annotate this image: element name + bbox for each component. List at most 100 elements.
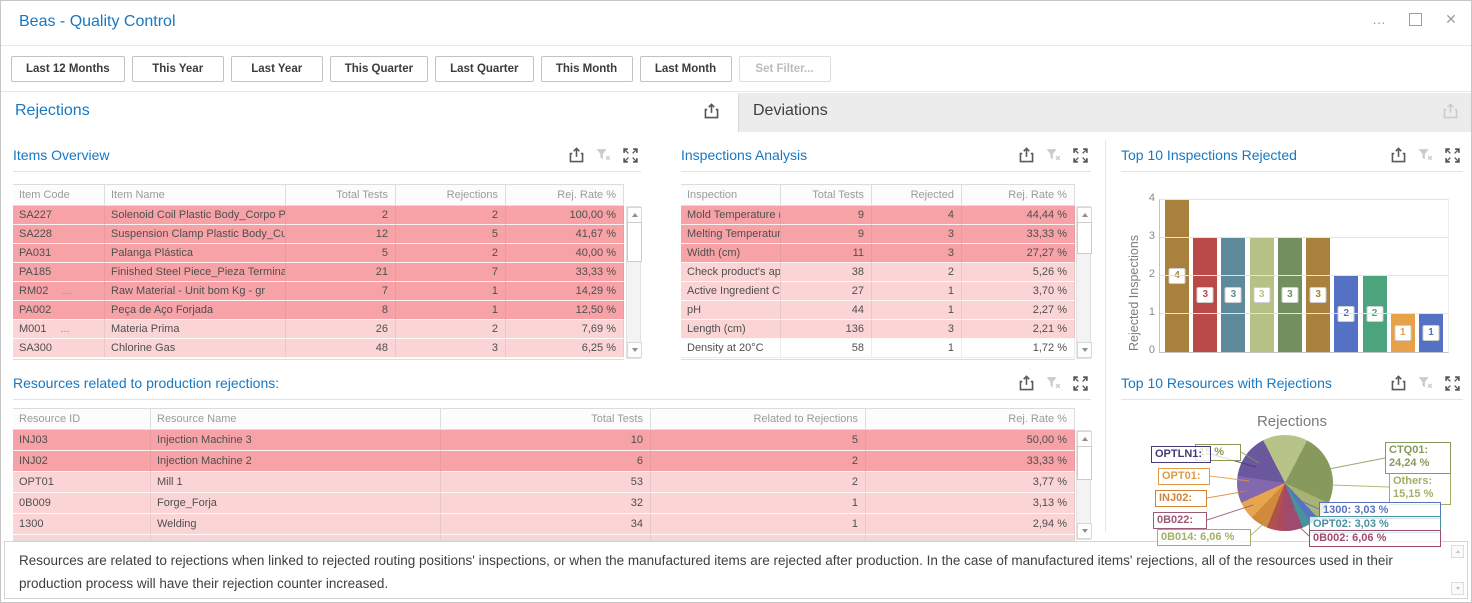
- scroll-down-button[interactable]: [627, 342, 642, 358]
- table-row[interactable]: INJ02Injection Machine 26233,33 %: [13, 451, 1075, 472]
- scroll-up-button[interactable]: [1451, 545, 1464, 558]
- expand-icon[interactable]: [1072, 375, 1089, 392]
- filter-button[interactable]: This Year: [132, 56, 224, 82]
- table-row[interactable]: M001...Materia Prima2627,69 %: [13, 320, 624, 339]
- clear-filter-icon[interactable]: [1045, 147, 1062, 164]
- export-icon[interactable]: [568, 147, 585, 164]
- filter-button[interactable]: Last Month: [640, 56, 732, 82]
- table-row[interactable]: 1300Welding3412,94 %: [13, 514, 1075, 535]
- column-header[interactable]: Rej. Rate %: [962, 185, 1075, 205]
- column-header[interactable]: Item Code: [13, 185, 105, 205]
- table-row[interactable]: PA031Palanga Plástica5240,00 %: [13, 244, 624, 263]
- vertical-scrollbar[interactable]: [1076, 206, 1091, 359]
- more-options-button[interactable]: …: [1369, 9, 1389, 29]
- table-row[interactable]: Check product's appea...3825,26 %: [681, 263, 1075, 282]
- clear-filter-icon[interactable]: [1417, 375, 1434, 392]
- table-row[interactable]: Density at 20°C5811,72 %: [681, 339, 1075, 358]
- table-row[interactable]: OPT01Mill 15323,77 %: [13, 472, 1075, 493]
- column-header[interactable]: Resource Name: [151, 409, 441, 429]
- table-row[interactable]: SA228Suspension Clamp Plastic Body_Cue..…: [13, 225, 624, 244]
- table-cell: 53: [441, 472, 651, 493]
- column-header[interactable]: Item Name: [105, 185, 286, 205]
- expand-icon[interactable]: [622, 147, 639, 164]
- window-title: Beas - Quality Control: [19, 13, 176, 31]
- export-icon[interactable]: [1442, 103, 1459, 120]
- column-header[interactable]: Inspection: [681, 185, 781, 205]
- filter-button[interactable]: Last Quarter: [435, 56, 533, 82]
- column-header[interactable]: Rejected: [872, 185, 962, 205]
- filter-button[interactable]: Last Year: [231, 56, 323, 82]
- clear-filter-icon[interactable]: [1417, 147, 1434, 164]
- filter-button[interactable]: This Month: [541, 56, 633, 82]
- table-row[interactable]: Length (cm)13632,21 %: [681, 320, 1075, 339]
- bar[interactable]: 1: [1419, 314, 1443, 352]
- table-row[interactable]: RM02...Raw Material - Unit bom Kg - gr71…: [13, 282, 624, 301]
- tab-deviations[interactable]: Deviations: [738, 93, 1471, 133]
- bar[interactable]: 3: [1278, 238, 1302, 352]
- filter-button[interactable]: Last 12 Months: [11, 56, 125, 82]
- clear-filter-icon[interactable]: [1045, 375, 1062, 392]
- scroll-down-button[interactable]: [1451, 582, 1464, 595]
- expand-icon[interactable]: [1072, 147, 1089, 164]
- column-header[interactable]: Rejections: [396, 185, 506, 205]
- bar[interactable]: 3: [1221, 238, 1245, 352]
- maximize-button[interactable]: [1405, 9, 1425, 29]
- expand-icon[interactable]: [1444, 147, 1461, 164]
- down-arrow-icon: [1456, 587, 1460, 590]
- bar[interactable]: 3: [1306, 238, 1330, 352]
- vertical-scrollbar[interactable]: [1076, 430, 1091, 540]
- scroll-up-button[interactable]: [1077, 431, 1092, 447]
- table-row[interactable]: SA300Chlorine Gas4836,25 %: [13, 339, 624, 358]
- bar-value-label: 2: [1338, 306, 1355, 322]
- export-icon[interactable]: [703, 103, 720, 120]
- footer-note: Resources are related to rejections when…: [4, 541, 1468, 599]
- panel-top10-resources: Top 10 Resources with Rejections Rejecti…: [1121, 369, 1463, 539]
- column-header[interactable]: Related to Rejections: [651, 409, 866, 429]
- export-icon[interactable]: [1018, 375, 1035, 392]
- footer-scrollbar[interactable]: [1451, 545, 1464, 595]
- column-header[interactable]: Total Tests: [286, 185, 396, 205]
- table-row[interactable]: 0B009Forge_Forja3213,13 %: [13, 493, 1075, 514]
- vertical-scrollbar[interactable]: [626, 206, 641, 359]
- bar[interactable]: 2: [1334, 276, 1358, 352]
- scroll-up-button[interactable]: [627, 207, 642, 223]
- column-header[interactable]: Rej. Rate %: [866, 409, 1075, 429]
- table-row[interactable]: SA227Solenoid Coil Plastic Body_Corpo Pl…: [13, 206, 624, 225]
- scrollbar-thumb[interactable]: [1077, 446, 1092, 480]
- column-header[interactable]: Rej. Rate %: [506, 185, 624, 205]
- column-header[interactable]: Total Tests: [441, 409, 651, 429]
- scrollbar-thumb[interactable]: [627, 222, 642, 262]
- bar[interactable]: 4: [1165, 200, 1189, 352]
- table-cell: 3: [872, 244, 962, 263]
- tab-rejections[interactable]: Rejections: [1, 93, 738, 133]
- export-icon[interactable]: [1390, 375, 1407, 392]
- export-icon[interactable]: [1390, 147, 1407, 164]
- column-header[interactable]: Resource ID: [13, 409, 151, 429]
- table-cell: 14,29 %: [506, 282, 624, 301]
- table-row[interactable]: PA185Finished Steel Piece_Pieza Terminad…: [13, 263, 624, 282]
- table-row[interactable]: Melting Temperature (°...9333,33 %: [681, 225, 1075, 244]
- expand-icon[interactable]: [1444, 375, 1461, 392]
- export-icon[interactable]: [1018, 147, 1035, 164]
- scrollbar-thumb[interactable]: [1077, 222, 1092, 254]
- scroll-down-button[interactable]: [1077, 523, 1092, 539]
- close-button[interactable]: ✕: [1441, 9, 1461, 29]
- scroll-up-button[interactable]: [1077, 207, 1092, 223]
- bar[interactable]: 1: [1391, 314, 1415, 352]
- table-row[interactable]: PA002Peça de Aço Forjada8112,50 %: [13, 301, 624, 320]
- set-filter-button[interactable]: Set Filter...: [739, 56, 831, 82]
- bar[interactable]: 2: [1363, 276, 1387, 352]
- table-row[interactable]: pH4412,27 %: [681, 301, 1075, 320]
- table-row[interactable]: INJ03Injection Machine 310550,00 %: [13, 430, 1075, 451]
- items-table: Item CodeItem NameTotal TestsRejectionsR…: [13, 184, 624, 360]
- clear-filter-icon[interactable]: [595, 147, 612, 164]
- scroll-down-button[interactable]: [1077, 342, 1092, 358]
- bar[interactable]: 3: [1250, 238, 1274, 352]
- table-row[interactable]: Width (cm)11327,27 %: [681, 244, 1075, 263]
- column-header[interactable]: Total Tests: [781, 185, 872, 205]
- filter-button[interactable]: This Quarter: [330, 56, 428, 82]
- table-row[interactable]: Active Ingredient Conc...2713,70 %: [681, 282, 1075, 301]
- bar[interactable]: 3: [1193, 238, 1217, 352]
- table-row[interactable]: Mold Temperature (°C)9444,44 %: [681, 206, 1075, 225]
- table-cell: 6: [441, 451, 651, 472]
